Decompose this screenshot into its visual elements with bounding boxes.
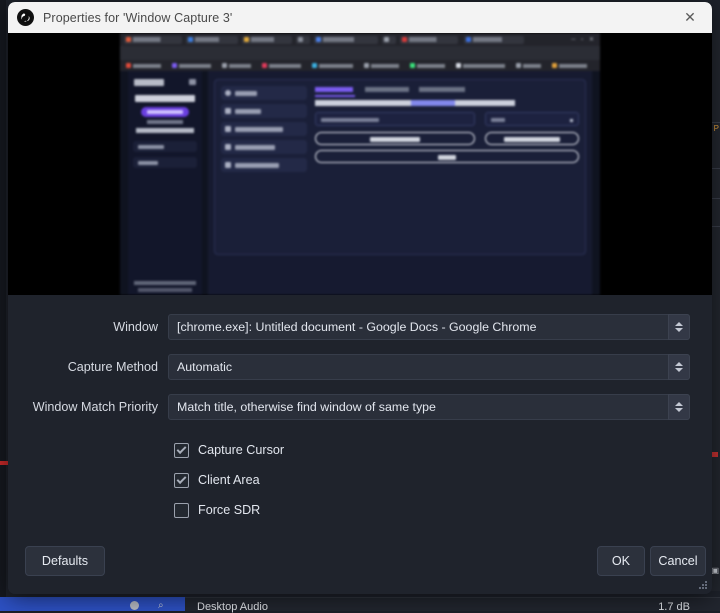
preview-bookmark — [456, 63, 510, 69]
preview-panel-tab — [419, 87, 465, 92]
preview-sidebar-nav-item — [133, 157, 197, 168]
preview-bookmark — [312, 63, 358, 69]
window-combobox-value: [chrome.exe]: Untitled document - Google… — [169, 320, 567, 334]
preview-panel-tabs — [315, 86, 579, 96]
chevron-updown-icon[interactable] — [668, 394, 690, 420]
preview-bookmark — [552, 63, 592, 69]
preview-sidebar-collapse-icon — [189, 79, 196, 85]
chevron-updown-icon[interactable] — [668, 354, 690, 380]
preview-content-card — [214, 79, 586, 255]
dialog-footer: Defaults OK Cancel — [8, 532, 712, 594]
eye-icon[interactable] — [130, 601, 139, 610]
preview-webapp-main — [208, 71, 592, 295]
dialog-titlebar[interactable]: Properties for 'Window Capture 3' ✕ — [8, 2, 712, 33]
preview-bookmark — [262, 63, 306, 69]
client-area-checkbox[interactable] — [174, 473, 189, 488]
preview-primary-button — [315, 132, 475, 145]
checkbox-row-force-sdr: Force SDR — [8, 495, 712, 525]
preview-upgrade-button — [141, 107, 189, 117]
checkbox-row-capture-cursor: Capture Cursor — [8, 435, 712, 465]
preview-browser-tab — [124, 36, 182, 44]
resize-grip[interactable] — [699, 581, 708, 590]
preview-browser-tabstrip: ─ ▫ ✕ — [120, 33, 600, 46]
field-row-window: Window [chrome.exe]: Untitled document -… — [8, 307, 712, 347]
chevron-updown-icon[interactable] — [668, 314, 690, 340]
preview-app-logo — [134, 79, 164, 86]
field-row-capture-method: Capture Method Automatic — [8, 347, 712, 387]
obs-logo-icon — [17, 9, 34, 26]
preview-credits-label — [135, 95, 195, 102]
preview-browser-tab — [296, 36, 310, 44]
preview-webapp-sidebar — [128, 71, 202, 295]
window-match-priority-combobox[interactable]: Match title, otherwise find window of sa… — [168, 394, 690, 420]
force-sdr-label: Force SDR — [198, 503, 260, 517]
properties-dialog: Properties for 'Window Capture 3' ✕ ─ ▫ … — [8, 2, 712, 594]
preview-menu-item — [221, 158, 307, 172]
check-icon — [177, 474, 187, 484]
window-label: Window — [8, 320, 168, 334]
capture-method-combobox[interactable]: Automatic — [168, 354, 690, 380]
preview-select-input — [485, 112, 579, 126]
preview-webapp-body — [120, 71, 600, 295]
preview-footer-links — [134, 281, 196, 285]
preview-text-input — [315, 112, 475, 126]
preview-browser-tab — [400, 36, 458, 44]
capture-cursor-label: Capture Cursor — [198, 443, 284, 457]
cancel-button[interactable]: Cancel — [650, 546, 706, 576]
preview-menu-item — [221, 140, 307, 154]
preview-browser-tab — [242, 36, 292, 44]
preview-card-menu — [221, 86, 307, 176]
dialog-title: Properties for 'Window Capture 3' — [43, 11, 232, 25]
preview-bookmark — [516, 63, 546, 69]
preview-bookmark — [126, 63, 166, 69]
field-row-window-match-priority: Window Match Priority Match title, other… — [8, 387, 712, 427]
preview-panel-tab-active — [315, 87, 353, 92]
background-left-edge — [0, 0, 6, 611]
mixer-level-value: 1.7 dB — [658, 601, 690, 613]
window-combobox[interactable]: [chrome.exe]: Untitled document - Google… — [168, 314, 690, 340]
capture-method-label: Capture Method — [8, 360, 168, 374]
properties-form: Window [chrome.exe]: Untitled document -… — [8, 295, 712, 532]
preview-browser-urlbar — [120, 46, 600, 60]
preview-menu-item — [221, 122, 307, 136]
preview-menu-item — [221, 104, 307, 118]
background-text-fragment: P — [714, 124, 719, 133]
preview-menu-item — [221, 86, 307, 100]
capture-method-combobox-value: Automatic — [169, 360, 262, 374]
capture-cursor-checkbox[interactable] — [174, 443, 189, 458]
preview-tertiary-button — [315, 150, 579, 163]
preview-sub-label — [147, 120, 183, 124]
preview-panel-tab-underline — [315, 95, 355, 97]
window-match-priority-label: Window Match Priority — [8, 400, 168, 414]
preview-bookmark — [410, 63, 450, 69]
ok-button[interactable]: OK — [597, 546, 645, 576]
preview-section-heading — [136, 128, 194, 133]
mixer-source-label: Desktop Audio — [197, 601, 268, 613]
client-area-label: Client Area — [198, 473, 260, 487]
force-sdr-checkbox[interactable] — [174, 503, 189, 518]
lock-icon[interactable]: ⌕ — [158, 600, 164, 611]
source-preview-area[interactable]: ─ ▫ ✕ — [8, 33, 712, 295]
check-icon — [177, 444, 187, 454]
captured-window-preview: ─ ▫ ✕ — [120, 33, 600, 295]
preview-secondary-button — [485, 132, 579, 145]
window-match-priority-combobox-value: Match title, otherwise find window of sa… — [169, 400, 466, 414]
preview-browser-tab — [186, 36, 238, 44]
preview-window-controls: ─ ▫ ✕ — [571, 36, 596, 43]
defaults-button[interactable]: Defaults — [25, 546, 105, 576]
preview-panel-heading — [315, 100, 515, 106]
background-icon-fragment: ▣ — [711, 566, 719, 575]
preview-bookmark — [172, 63, 216, 69]
preview-sidebar-nav-item — [133, 141, 197, 152]
preview-browser-tab — [464, 36, 524, 44]
preview-copyright — [138, 288, 192, 292]
checkbox-row-client-area: Client Area — [8, 465, 712, 495]
preview-bookmark — [364, 63, 404, 69]
audio-mixer-strip: ⌕ Desktop Audio 1.7 dB — [0, 597, 720, 611]
preview-browser-tab — [314, 36, 378, 44]
preview-panel-tab — [365, 87, 409, 92]
close-icon[interactable]: ✕ — [668, 2, 712, 33]
preview-bookmark — [222, 63, 256, 69]
preview-browser-tab — [382, 36, 396, 44]
